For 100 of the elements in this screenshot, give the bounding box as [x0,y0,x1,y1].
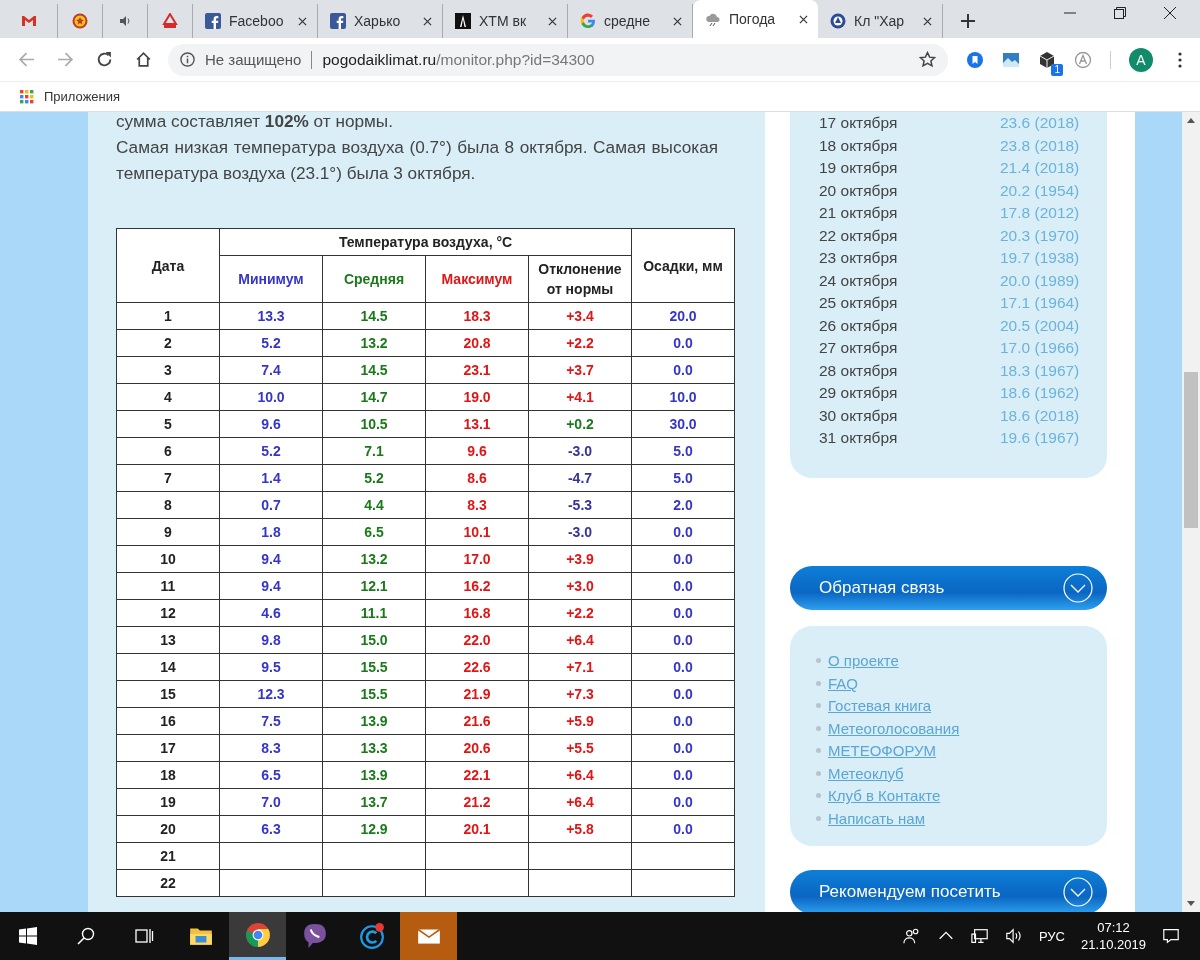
table-cell: +3.9 [528,545,632,573]
table-cell: +5.9 [528,707,632,735]
chrome-icon [244,921,271,948]
table-cell: 21.6 [425,707,529,735]
table-cell: 12.3 [219,680,323,708]
table-cell: 9.5 [219,653,323,681]
table-cell: 6 [116,437,220,465]
table-cell: +0.2 [528,410,632,438]
browser-tab[interactable]: Харько [318,4,443,38]
record-value: 19.6 (1967) [1000,429,1080,448]
table-cell: 0.0 [631,788,735,816]
table-cell: +3.4 [528,302,632,330]
table-cell: 9.4 [219,572,323,600]
table-cell: 11.1 [322,599,426,627]
language-indicator[interactable]: РУС [1038,928,1065,944]
table-cell: 15 [116,680,220,708]
table-cell: 0.0 [631,626,735,654]
section-header-button[interactable]: Обратная связь [790,565,1107,610]
table-cell: +3.7 [528,356,632,384]
search-icon[interactable] [76,926,96,946]
table-cell: 12.1 [322,572,426,600]
table-cell: 16 [116,707,220,735]
task-view-icon[interactable] [134,926,154,946]
chat-bubble-icon [301,923,328,949]
reload-icon[interactable] [96,51,113,68]
home-icon[interactable] [135,51,152,68]
google-icon [580,13,596,29]
section-header-button[interactable]: Рекомендуем посетить [790,869,1107,912]
table-cell: 9.6 [425,437,529,465]
table-cell: -3.0 [528,437,632,465]
table-cell: 13.9 [322,707,426,735]
table-cell: 10 [116,545,220,573]
triangle-logo-icon [162,13,178,29]
close-icon[interactable] [799,14,808,24]
network-icon[interactable] [970,927,989,945]
record-date: 26 октября [819,316,899,335]
chevron-down-icon[interactable] [1063,876,1093,907]
close-icon[interactable] [673,16,682,26]
table-cell: +6.4 [528,788,632,816]
people-icon[interactable] [902,927,921,945]
table-cell: 0.0 [631,707,735,735]
table-cell: 14.7 [322,383,426,411]
close-icon[interactable] [423,16,432,26]
apps-grid-icon[interactable] [20,89,34,104]
table-cell: 12 [116,599,220,627]
record-value: 23.6 (2018) [1000,114,1080,133]
new-tab-icon[interactable] [961,14,975,28]
record-value: 18.6 (2018) [1000,406,1080,425]
record-value: 19.7 (1938) [1000,249,1080,268]
column-header: Максимум [425,255,529,303]
table-cell: 0.0 [631,734,735,762]
landscape-extension-icon[interactable] [1002,50,1020,69]
table-cell: 9.6 [219,410,323,438]
notification-icon[interactable] [1162,927,1180,945]
column-header: Температура воздуха, °C [219,228,632,256]
table-cell: +2.2 [528,599,632,627]
scrollbar[interactable] [1182,112,1200,912]
profile-avatar[interactable]: A [1129,47,1153,72]
table-cell: 14.5 [322,356,426,384]
close-icon[interactable] [548,16,557,26]
url-text: pogodaiklimat.ru/monitor.php?id=34300 [322,50,595,69]
table-cell: 20.8 [425,329,529,357]
table-cell: +6.4 [528,626,632,654]
browser-tab[interactable]: ХТМ вк [443,4,568,38]
chevron-down-icon[interactable] [1063,572,1093,603]
restore-icon[interactable] [1114,7,1126,19]
table-cell: 15.5 [322,680,426,708]
section-title: Обратная связь [819,577,946,598]
translate-extension-icon[interactable] [1074,50,1092,69]
cube-extension-icon[interactable] [1038,50,1056,69]
table-cell: 17 [116,734,220,762]
tab-title: Кл "Хар [854,13,906,29]
table-cell: 21 [116,842,220,870]
volume-icon[interactable] [1004,927,1023,945]
clock-time: 07:12 [1097,919,1130,936]
browser-tab[interactable]: Кл "Хар [818,4,943,38]
address-bar[interactable]: Не защищено pogodaiklimat.ru/monitor.php?id=34300 [168,43,948,76]
table-cell: 14.5 [322,302,426,330]
summary-text: сумма составляет 102% от нормы. [116,112,394,133]
scroll-up-icon[interactable] [1187,117,1195,123]
bookmark-link[interactable]: Приложения [44,89,121,104]
table-cell: 4.4 [322,491,426,519]
scroll-thumb[interactable] [1184,372,1198,528]
browser-tab[interactable]: Faceboo [193,4,318,38]
record-date: 28 октября [819,361,899,380]
close-icon[interactable] [923,16,932,26]
close-icon[interactable] [1164,7,1176,19]
star-badge-icon [72,13,88,29]
taskbar-app[interactable] [229,912,286,960]
start-icon[interactable] [18,926,38,946]
scroll-down-icon[interactable] [1187,901,1195,907]
record-date: 25 октября [819,294,899,313]
table-cell: 4.6 [219,599,323,627]
close-icon[interactable] [298,16,307,26]
table-cell: 5 [116,410,220,438]
bookmark-extension-icon[interactable] [966,50,984,69]
tab-title: ХТМ вк [479,13,527,29]
browser-tab[interactable]: Погода [693,0,818,38]
bookmark-star-icon[interactable] [919,51,936,68]
table-cell: 5.0 [631,437,735,465]
